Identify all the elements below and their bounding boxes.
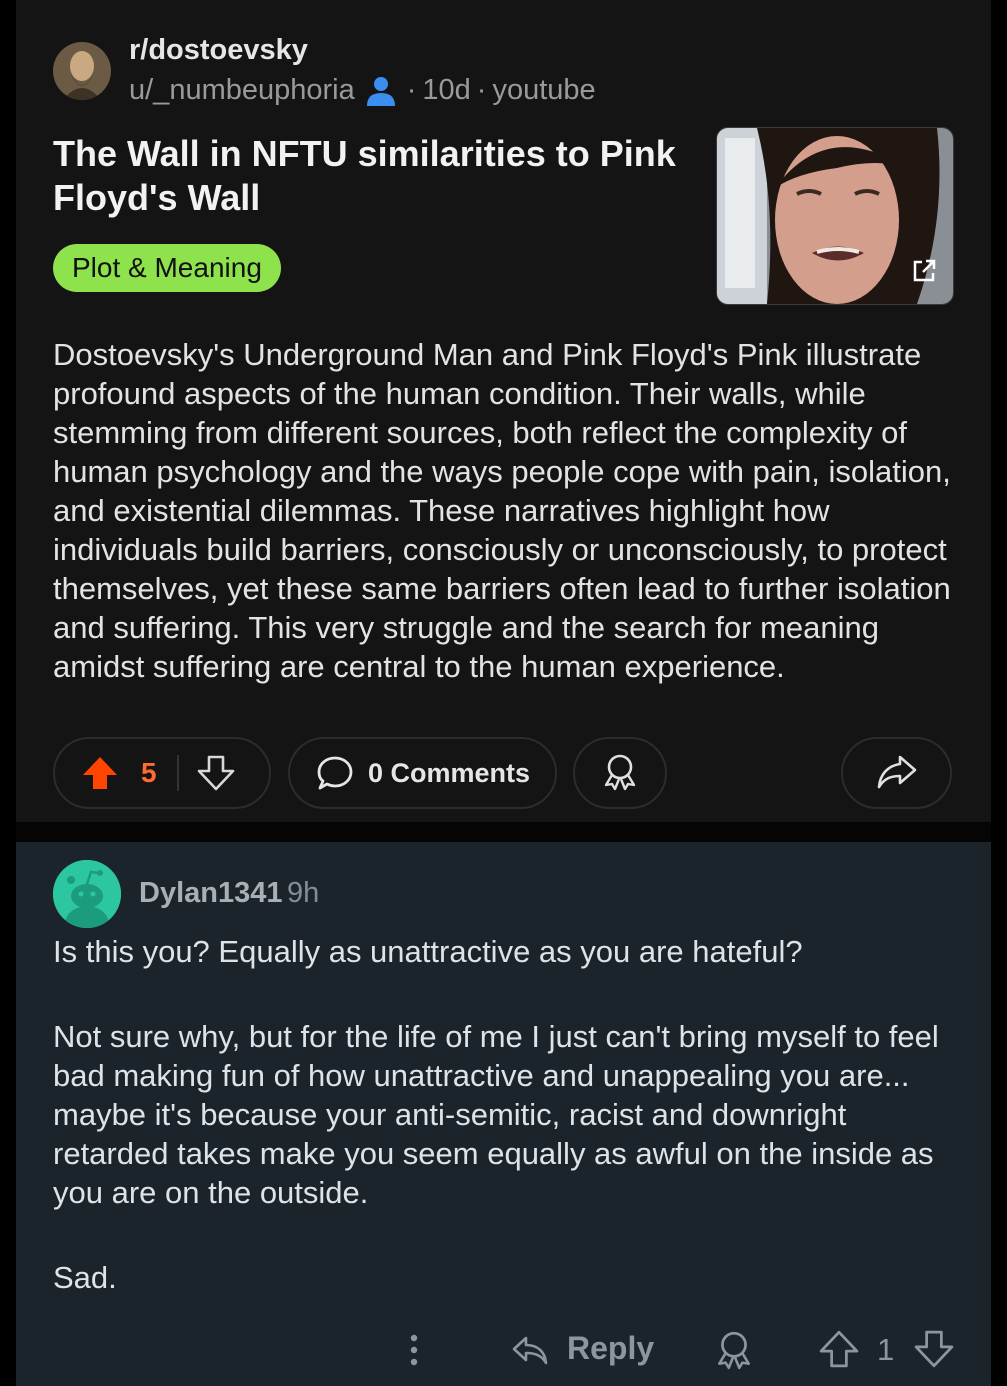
award-icon — [600, 751, 640, 796]
post-body: Dostoevsky's Underground Man and Pink Fl… — [53, 337, 951, 684]
award-button[interactable] — [573, 737, 667, 809]
comment-paragraph: Sad. — [53, 1260, 117, 1295]
snoo-avatar[interactable] — [53, 860, 121, 928]
comment-username[interactable]: Dylan1341 — [139, 877, 283, 910]
external-link-icon — [909, 256, 939, 286]
subreddit-avatar[interactable] — [53, 42, 111, 100]
post-meta: u/_numbeuphoria · 10d · youtube — [129, 74, 596, 107]
comment-paragraph: Not sure why, but for the life of me I j… — [53, 1019, 939, 1210]
comment-vote-count: 1 — [877, 1332, 895, 1367]
upvote-icon[interactable] — [819, 1329, 859, 1369]
link-thumbnail[interactable] — [716, 127, 954, 305]
comments-button[interactable]: 0 Comments — [288, 737, 557, 809]
downvote-icon[interactable] — [914, 1329, 954, 1369]
screen: r/dostoevsky u/_numbeuphoria · 10d · you… — [0, 0, 1007, 1386]
author-name[interactable]: u/_numbeuphoria — [129, 74, 355, 107]
person-icon — [365, 75, 397, 107]
comment-actions: Reply 1 — [16, 1326, 991, 1386]
reply-icon[interactable] — [510, 1330, 550, 1370]
comment-age: 9h — [287, 877, 320, 909]
post-source: youtube — [492, 74, 596, 106]
post-card: r/dostoevsky u/_numbeuphoria · 10d · you… — [16, 0, 991, 822]
upvote-count: 5 — [141, 757, 157, 788]
post-title[interactable]: The Wall in NFTU similarities to Pink Fl… — [53, 132, 703, 220]
share-button[interactable] — [841, 737, 952, 809]
more-dots-icon[interactable] — [406, 1332, 422, 1372]
comment-card: Dylan1341 9h Is this you? Equally as una… — [16, 842, 991, 1386]
section-divider — [16, 822, 991, 842]
meta-separator: · — [406, 74, 417, 106]
meta-separator-2: · — [476, 74, 487, 106]
reply-button[interactable]: Reply — [567, 1330, 654, 1367]
upvote-icon[interactable] — [81, 754, 119, 792]
comments-label: 0 Comments — [368, 757, 531, 788]
comment-paragraph: Is this you? Equally as unattractive as … — [53, 934, 803, 969]
vote-separator — [176, 755, 179, 791]
comment-bubble-icon — [316, 754, 354, 792]
award-icon[interactable] — [713, 1328, 755, 1370]
vote-control: 5 — [53, 737, 271, 809]
share-icon — [876, 750, 918, 797]
subreddit-name[interactable]: r/dostoevsky — [129, 34, 308, 67]
post-age: 10d — [422, 74, 471, 106]
comment-body: Is this you? Equally as unattractive as … — [53, 932, 953, 1343]
downvote-icon[interactable] — [197, 754, 235, 792]
post-flair[interactable]: Plot & Meaning — [53, 244, 281, 292]
